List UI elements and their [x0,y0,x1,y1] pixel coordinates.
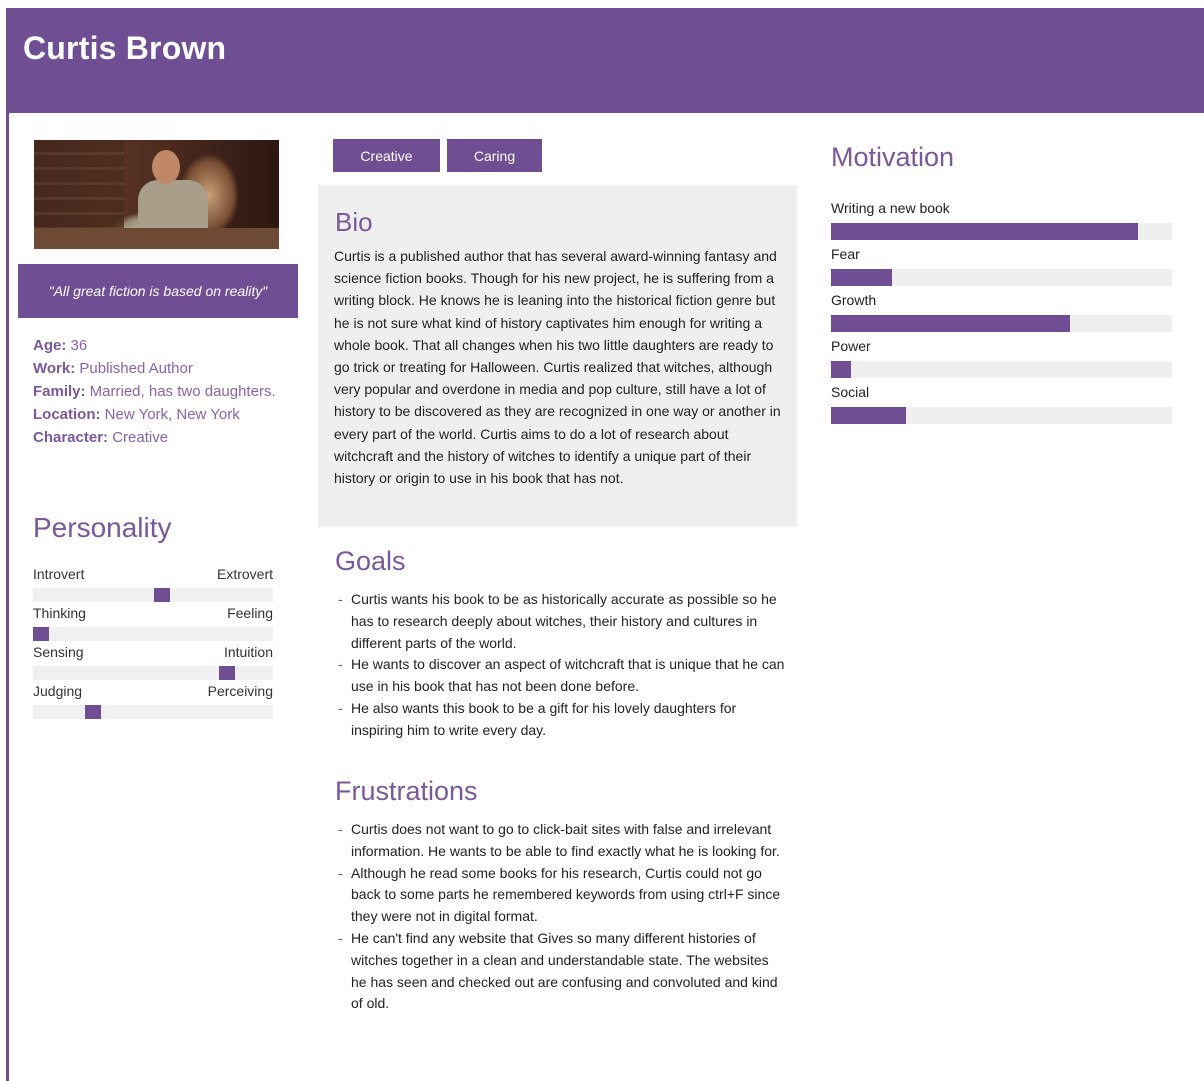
personality-scale: Introvert Extrovert [33,564,273,603]
list-item: He also wants this book to be a gift for… [335,698,785,742]
scale-track [33,588,273,602]
frustrations-heading: Frustrations [335,776,478,806]
desk-shape [34,228,279,249]
fact-value: New York, New York [100,406,240,423]
motivation-track [831,315,1172,332]
bio-panel: Bio Curtis is a published author that ha… [318,185,797,527]
scale-right-label: Intuition [223,644,273,660]
fact-label: Age: [33,337,67,354]
motivation-fill [831,361,852,378]
scale-right-label: Feeling [227,605,273,621]
scale-left-label: Sensing [33,644,84,660]
fact-value: Creative [108,429,169,446]
fact-value: Published Author [75,360,193,377]
person-face-shape [152,150,180,184]
fact-label: Location: [33,406,101,423]
scale-right-label: Extrovert [216,566,273,582]
motivation-track [831,407,1172,424]
fact-location: Location: New York, New York [33,403,298,426]
list-item: Curtis does not want to go to click-bait… [335,819,785,863]
fact-label: Character: [33,429,109,446]
motivation-item: Power [831,337,1172,383]
motivation-track [831,269,1172,286]
list-item: Curtis wants his book to be as historica… [335,589,785,654]
list-item: Although he read some books for his rese… [335,863,785,928]
facts-list: Age: 36 Work: Published Author Family: M… [33,334,298,449]
goals-heading: Goals [335,546,406,576]
motivation-fill [831,315,1070,332]
persona-quote: "All great fiction is based on reality" [18,264,298,318]
motivation-heading: Motivation [831,142,955,172]
goals-list: Curtis wants his book to be as historica… [335,589,785,742]
motivation-item: Growth [831,291,1172,337]
scale-left-label: Judging [33,683,83,699]
scale-left-label: Thinking [33,605,86,621]
profile-photo [34,140,279,249]
scale-marker [85,705,101,719]
personality-scale: Sensing Intuition [33,642,273,681]
scale-track [33,666,273,680]
motivation-label: Fear [831,246,860,262]
tag-creative: Creative [333,139,440,172]
motivation-track [831,361,1172,378]
motivation-label: Writing a new book [831,200,950,216]
header-bar: Curtis Brown [6,8,1204,113]
fact-label: Work: [33,360,76,377]
bio-text: Curtis is a published author that has se… [334,248,781,487]
motivation-item: Fear [831,245,1172,291]
motivation-label: Growth [831,292,877,308]
scale-left-label: Introvert [33,566,85,582]
motivation-label: Social [831,384,870,400]
motivation-bars: Writing a new book Fear Growth Power Soc… [831,199,1172,429]
scale-marker [219,666,235,680]
fact-work: Work: Published Author [33,357,298,380]
personality-heading: Personality [33,512,172,543]
motivation-fill [831,407,907,424]
scale-track [33,705,273,719]
left-border [6,8,9,1081]
motivation-item: Social [831,383,1172,429]
scale-track [33,627,273,641]
fact-value: Married, has two daughters. [85,383,276,400]
tag-caring: Caring [447,139,542,172]
list-item: He can't find any website that Gives so … [335,928,785,1015]
bio-heading: Bio [335,207,373,237]
motivation-track [831,223,1172,240]
motivation-fill [831,269,893,286]
scale-marker [154,588,170,602]
fact-value: 36 [66,337,88,354]
list-item: He wants to discover an aspect of witchc… [335,654,785,698]
personality-scales: Introvert Extrovert Thinking Feeling Sen… [33,564,273,720]
scale-marker [33,627,49,641]
motivation-item: Writing a new book [831,199,1172,245]
fact-family: Family: Married, has two daughters. [33,380,298,403]
motivation-label: Power [831,338,871,354]
fact-label: Family: [33,383,86,400]
motivation-fill [831,223,1138,240]
scale-right-label: Perceiving [207,683,273,699]
frustrations-list: Curtis does not want to go to click-bait… [335,819,785,1015]
personality-scale: Judging Perceiving [33,681,273,720]
fact-age: Age: 36 [33,334,298,357]
persona-name: Curtis Brown [23,30,227,66]
personality-scale: Thinking Feeling [33,603,273,642]
fact-character: Character: Creative [33,426,298,449]
